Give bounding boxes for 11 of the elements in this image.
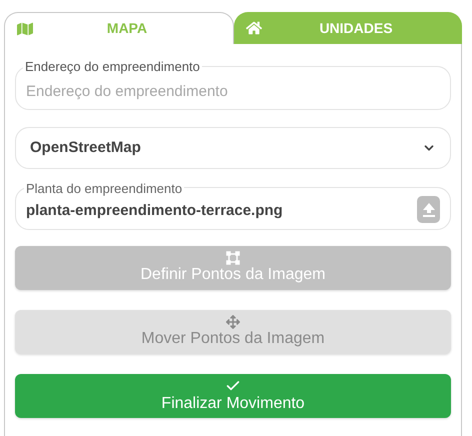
- home-icon: [246, 20, 262, 36]
- tab[interactable]: UNIDADES: [234, 12, 462, 44]
- action-button[interactable]: Definir Pontos da Imagem: [15, 246, 451, 290]
- tab[interactable]: MAPA: [4, 12, 234, 44]
- bounding-box-icon: [226, 251, 240, 265]
- action-button[interactable]: Finalizar Movimento: [15, 374, 451, 418]
- upload-icon[interactable]: [417, 196, 440, 223]
- map-source-select[interactable]: OpenStreetMap: [15, 127, 451, 169]
- move-arrows-icon: [226, 315, 240, 329]
- map-icon: [17, 20, 33, 36]
- file-name: planta-empreendimento-terrace.png: [26, 201, 283, 222]
